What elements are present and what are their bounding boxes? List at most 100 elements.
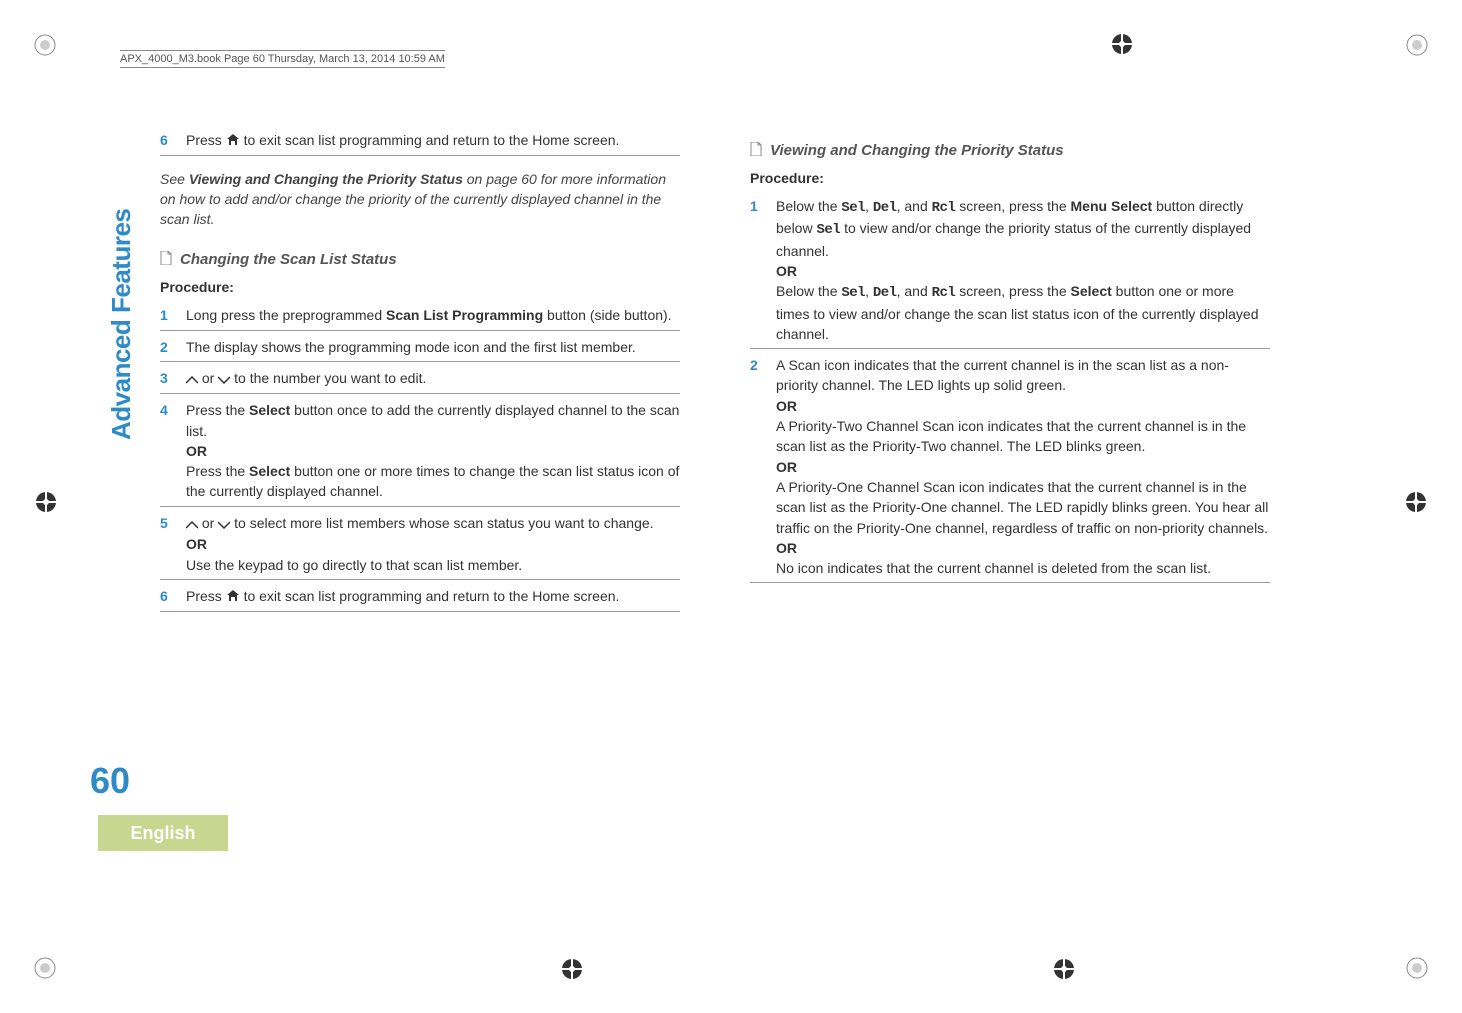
or-label: OR (776, 540, 797, 556)
step-number: 2 (750, 355, 764, 578)
down-arrow-icon (218, 369, 230, 389)
step-3: 3 or to the number you want to edit. (160, 368, 680, 394)
step-body: or to the number you want to edit. (186, 368, 680, 389)
text: , (865, 198, 873, 214)
page-number: 60 (90, 760, 130, 802)
printer-mark-icon (1400, 951, 1434, 985)
menu-del: Del (873, 285, 897, 301)
text: or (202, 515, 218, 531)
running-head: APX_4000_M3.book Page 60 Thursday, March… (120, 50, 445, 68)
or-label: OR (776, 398, 797, 414)
document-icon (160, 250, 172, 270)
subheading: Changing the Scan List Status (180, 249, 397, 271)
step-body: or to select more list members whose sca… (186, 513, 680, 575)
document-icon (750, 141, 762, 161)
procedure-label: Procedure: (160, 277, 680, 297)
step-6: 6 Press to exit scan list programming an… (160, 586, 680, 612)
subheading-row: Viewing and Changing the Priority Status (750, 140, 1270, 162)
step-1-right: 1 Below the Sel, Del, and Rcl screen, pr… (750, 196, 1270, 349)
text: to select more list members whose scan s… (234, 515, 653, 531)
crosshair-icon (1402, 488, 1430, 516)
step-body: Press to exit scan list programming and … (186, 130, 680, 151)
crosshair-icon (1108, 30, 1136, 58)
step-number: 6 (160, 130, 174, 151)
down-arrow-icon (218, 514, 230, 534)
subheading: Viewing and Changing the Priority Status (770, 140, 1064, 162)
step-body: Press the Select button once to add the … (186, 400, 680, 501)
step-body: Long press the preprogrammed Scan List P… (186, 305, 680, 325)
step-number: 6 (160, 586, 174, 607)
step-body: A Scan icon indicates that the current c… (776, 355, 1270, 578)
or-label: OR (186, 536, 207, 552)
step-body: Press to exit scan list programming and … (186, 586, 680, 607)
or-label: OR (776, 263, 797, 279)
text: A Priority-Two Channel Scan icon indicat… (776, 418, 1246, 454)
text: Press (186, 588, 226, 604)
text: to the number you want to edit. (234, 370, 426, 386)
step-number: 1 (160, 305, 174, 325)
home-icon (226, 587, 240, 607)
text: See (160, 171, 189, 187)
language-tab: English (98, 815, 228, 851)
text: Press the (186, 463, 249, 479)
page-content: 6 Press to exit scan list programming an… (160, 130, 1362, 618)
menu-rcl: Rcl (932, 200, 956, 216)
text: screen, press the (955, 283, 1070, 299)
printer-mark-icon (28, 28, 62, 62)
crosshair-icon (1050, 955, 1078, 983)
text: screen, press the (955, 198, 1070, 214)
step-2-right: 2 A Scan icon indicates that the current… (750, 355, 1270, 583)
up-arrow-icon (186, 369, 198, 389)
step-body: The display shows the programming mode i… (186, 337, 680, 357)
step-number: 2 (160, 337, 174, 357)
text: Press (186, 132, 226, 148)
cross-reference-note: See Viewing and Changing the Priority St… (160, 170, 680, 229)
text-bold: Menu Select (1071, 198, 1153, 214)
or-label: OR (776, 459, 797, 475)
step-number: 1 (750, 196, 764, 344)
text: , and (897, 198, 932, 214)
up-arrow-icon (186, 514, 198, 534)
text: Use the keypad to go directly to that sc… (186, 557, 522, 573)
menu-sel: Sel (841, 285, 865, 301)
printer-mark-icon (28, 951, 62, 985)
step-4: 4 Press the Select button once to add th… (160, 400, 680, 506)
procedure-label: Procedure: (750, 168, 1270, 188)
subheading-row: Changing the Scan List Status (160, 249, 680, 271)
text: button (side button). (543, 307, 671, 323)
text-bold: Viewing and Changing the Priority Status (189, 171, 463, 187)
or-label: OR (186, 443, 207, 459)
text: , (865, 283, 873, 299)
step-2: 2 The display shows the programming mode… (160, 337, 680, 362)
step-number: 3 (160, 368, 174, 389)
text: Below the (776, 198, 841, 214)
step-1: 1 Long press the preprogrammed Scan List… (160, 305, 680, 330)
text: to exit scan list programming and return… (244, 588, 620, 604)
text: , and (897, 283, 932, 299)
text: to view and/or change the priority statu… (776, 220, 1251, 258)
menu-rcl: Rcl (932, 285, 956, 301)
crosshair-icon (558, 955, 586, 983)
step-number: 5 (160, 513, 174, 575)
step-5: 5 or to select more list members whose s… (160, 513, 680, 580)
home-icon (226, 131, 240, 151)
step-number: 4 (160, 400, 174, 501)
text: A Priority-One Channel Scan icon indicat… (776, 479, 1268, 536)
text: or (202, 370, 218, 386)
text-bold: Scan List Programming (386, 307, 543, 323)
text: Press the (186, 402, 249, 418)
text: Below the (776, 283, 841, 299)
text: to exit scan list programming and return… (244, 132, 620, 148)
step-6-top: 6 Press to exit scan list programming an… (160, 130, 680, 156)
step-body: Below the Sel, Del, and Rcl screen, pres… (776, 196, 1270, 344)
text-bold: Select (1071, 283, 1112, 299)
menu-sel: Sel (841, 200, 865, 216)
printer-mark-icon (1400, 28, 1434, 62)
text-bold: Select (249, 402, 290, 418)
text: A Scan icon indicates that the current c… (776, 357, 1229, 393)
menu-del: Del (873, 200, 897, 216)
text: No icon indicates that the current chann… (776, 560, 1211, 576)
crosshair-icon (32, 488, 60, 516)
text-bold: Select (249, 463, 290, 479)
left-column: 6 Press to exit scan list programming an… (160, 130, 680, 618)
